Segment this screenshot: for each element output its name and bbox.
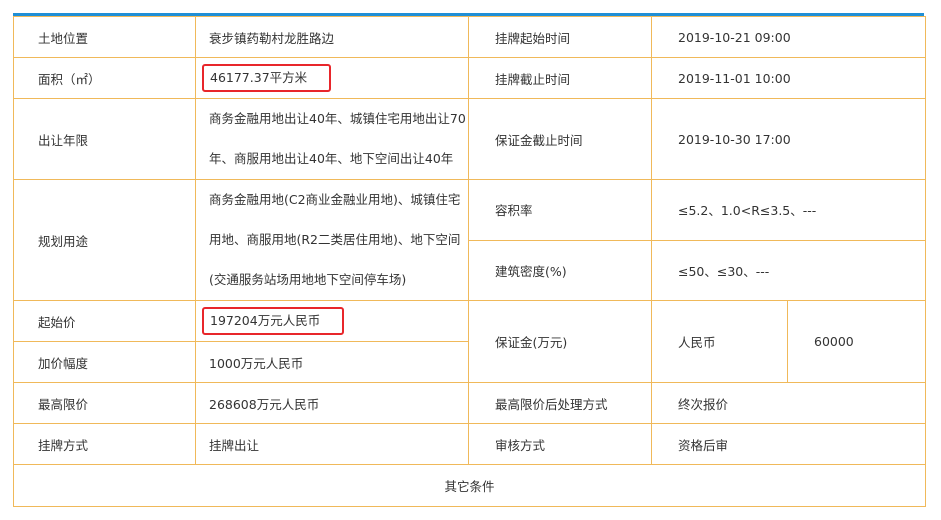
- review-label: 审核方式: [468, 423, 652, 465]
- area-cell: 46177.37平方米: [195, 57, 469, 99]
- term-line-1: 商务金融用地出让40年、城镇住宅用地出让70: [209, 111, 466, 126]
- area-value-highlighted: 46177.37平方米: [202, 64, 332, 92]
- row-term: 出让年限 商务金融用地出让40年、城镇住宅用地出让70 年、商服用地出让40年、…: [13, 98, 927, 180]
- method-label: 挂牌方式: [13, 423, 196, 465]
- deposit-deadline-value: 2019-10-30 17:00: [650, 98, 927, 180]
- increment-label: 加价幅度: [13, 341, 196, 383]
- plot-ratio-value: ≤5.2、1.0<R≤3.5、---: [650, 179, 927, 241]
- max-handling-label: 最高限价后处理方式: [468, 382, 652, 424]
- term-value: 商务金融用地出让40年、城镇住宅用地出让70 年、商服用地出让40年、地下空间出…: [195, 98, 469, 180]
- method-value: 挂牌出让: [195, 423, 469, 465]
- usage-line-2: 用地、商服用地(R2二类居住用地)、地下空间: [209, 232, 461, 247]
- term-label: 出让年限: [13, 98, 196, 180]
- start-price-value-highlighted: 197204万元人民币: [202, 307, 345, 335]
- start-price-label: 起始价: [13, 300, 196, 342]
- listing-end-value: 2019-11-01 10:00: [650, 57, 927, 99]
- other-conditions: 其它条件: [12, 464, 927, 507]
- row-start-price: 起始价 197204万元人民币 保证金(万元) 人民币 60000: [13, 300, 927, 383]
- row-location: 土地位置 衰步镇药勒村龙胜路边 挂牌起始时间 2019-10-21 09:00: [13, 16, 927, 58]
- location-label: 土地位置: [13, 16, 196, 58]
- deposit-deadline-label: 保证金截止时间: [468, 98, 652, 180]
- max-handling-value: 终次报价: [650, 382, 927, 424]
- area-label: 面积（㎡）: [13, 57, 196, 99]
- increment-value: 1000万元人民币: [195, 341, 469, 383]
- max-price-value: 268608万元人民币: [195, 382, 469, 424]
- start-price-cell: 197204万元人民币: [195, 300, 469, 342]
- density-label: 建筑密度(%): [468, 239, 652, 301]
- deposit-amount: 60000: [786, 300, 927, 383]
- review-value: 资格后审: [650, 423, 927, 465]
- max-price-label: 最高限价: [13, 382, 196, 424]
- term-line-2: 年、商服用地出让40年、地下空间出让40年: [209, 151, 454, 166]
- usage-label: 规划用途: [13, 179, 196, 301]
- deposit-currency: 人民币: [651, 300, 788, 383]
- location-value: 衰步镇药勒村龙胜路边: [195, 16, 469, 58]
- row-usage-a: 规划用途 商务金融用地(C2商业金融业用地)、城镇住宅 用地、商服用地(R2二类…: [13, 179, 927, 301]
- usage-value: 商务金融用地(C2商业金融业用地)、城镇住宅 用地、商服用地(R2二类居住用地)…: [195, 179, 469, 301]
- row-area: 面积（㎡） 46177.37平方米 挂牌截止时间 2019-11-01 10:0…: [13, 57, 927, 99]
- deposit-label: 保证金(万元): [468, 300, 652, 383]
- usage-line-3: (交通服务站场用地地下空间停车场): [209, 272, 407, 287]
- row-max-price: 最高限价 268608万元人民币 最高限价后处理方式 终次报价: [13, 382, 927, 424]
- listing-start-value: 2019-10-21 09:00: [650, 16, 927, 58]
- listing-end-label: 挂牌截止时间: [468, 57, 652, 99]
- listing-start-label: 挂牌起始时间: [468, 16, 652, 58]
- plot-ratio-label: 容积率: [468, 179, 652, 241]
- usage-line-1: 商务金融用地(C2商业金融业用地)、城镇住宅: [209, 192, 461, 207]
- row-method: 挂牌方式 挂牌出让 审核方式 资格后审: [13, 423, 927, 465]
- row-other: 其它条件: [12, 464, 927, 507]
- land-info-table: 土地位置 衰步镇药勒村龙胜路边 挂牌起始时间 2019-10-21 09:00 …: [12, 16, 927, 507]
- density-value: ≤50、≤30、---: [650, 239, 927, 301]
